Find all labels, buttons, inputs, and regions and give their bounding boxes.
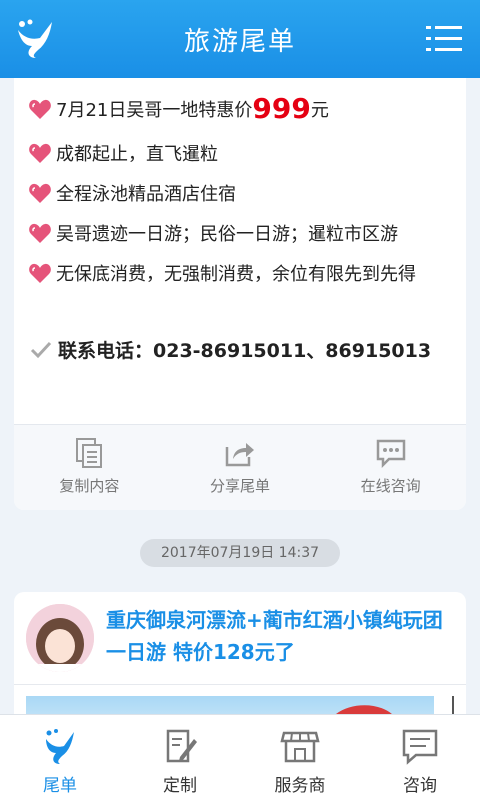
- post-line-text: 无保底消费，无强制消费，余位有限先到先得: [56, 264, 416, 285]
- app-logo-icon[interactable]: [14, 16, 58, 60]
- post-line-text: 吴哥遗迹一日游；民俗一日游；暹粒市区游: [56, 224, 398, 245]
- heart-icon: [29, 143, 51, 163]
- post-line-text: 成都起止，直飞暹粒: [56, 144, 218, 165]
- chat-icon: [376, 439, 405, 469]
- post-actions: 复制内容 分享尾单 在线咨询: [14, 424, 466, 510]
- tab-label: 咨询: [403, 776, 437, 796]
- post-card: 7月21日吴哥一地特惠价 999 元 成都起止，直飞暹粒 全程泳池精品酒店住宿 吴哥…: [14, 78, 466, 510]
- heart-icon: [29, 183, 51, 203]
- heart-icon: [29, 223, 51, 243]
- post-card[interactable]: 重庆御泉河漂流+蔺市红酒小镇纯玩团一日游 特价128元了: [14, 592, 466, 714]
- post-line: 7月21日吴哥一地特惠价 999 元: [28, 92, 329, 125]
- logo-icon: [46, 729, 74, 764]
- bottom-tab-bar: 尾单 定制 服务商 咨询: [0, 714, 480, 800]
- online-consult-label: 在线咨询: [360, 477, 421, 495]
- post-image[interactable]: [26, 696, 434, 714]
- tab-custom[interactable]: 定制: [120, 715, 240, 800]
- post-title[interactable]: 重庆御泉河漂流+蔺市红酒小镇纯玩团一日游 特价128元了: [106, 604, 452, 668]
- timestamp-badge: 2017年07月19日 14:37: [140, 539, 340, 567]
- share-label: 分享尾单: [210, 477, 271, 495]
- copy-content-button[interactable]: 复制内容: [14, 425, 165, 510]
- contact-phone[interactable]: 联系电话：023-86915011、86915013: [30, 336, 431, 363]
- post-line-text: 全程泳池精品酒店住宿: [56, 184, 236, 205]
- check-icon: [30, 341, 52, 358]
- contact-phone-text: 联系电话：023-86915011、86915013: [58, 340, 432, 362]
- tab-label: 定制: [163, 776, 197, 796]
- share-icon: [225, 443, 254, 467]
- tab-label: 服务商: [274, 776, 326, 796]
- copy-content-label: 复制内容: [59, 477, 120, 495]
- share-button[interactable]: 分享尾单: [165, 425, 316, 510]
- divider: [14, 684, 466, 685]
- tab-consult[interactable]: 咨询: [360, 715, 480, 800]
- post-line: 吴哥遗迹一日游；民俗一日游；暹粒市区游: [28, 220, 398, 246]
- post-line: 成都起止，直飞暹粒: [28, 140, 218, 166]
- store-icon: [280, 731, 320, 763]
- post-line: 全程泳池精品酒店住宿: [28, 180, 236, 206]
- post-line-text: 7月21日吴哥一地特惠价: [56, 99, 253, 121]
- menu-icon[interactable]: [426, 24, 462, 54]
- avatar[interactable]: [26, 604, 94, 672]
- online-consult-button[interactable]: 在线咨询: [315, 425, 466, 510]
- post-line: 无保底消费，无强制消费，余位有限先到先得: [28, 260, 416, 286]
- copy-icon: [76, 438, 103, 468]
- heart-icon: [29, 263, 51, 283]
- tab-label: 尾单: [43, 776, 77, 796]
- edit-icon: [166, 729, 197, 763]
- price: 999: [252, 92, 311, 125]
- page-title: 旅游尾单: [183, 26, 296, 57]
- feed[interactable]: 7月21日吴哥一地特惠价 999 元 成都起止，直飞暹粒 全程泳池精品酒店住宿 吴哥…: [0, 78, 480, 714]
- tab-service-provider[interactable]: 服务商: [240, 715, 360, 800]
- post-image-graphic: [336, 705, 392, 714]
- app-header: 旅游尾单: [0, 0, 480, 78]
- avatar-image: [26, 604, 94, 672]
- heart-icon: [29, 99, 51, 119]
- tab-tail-orders[interactable]: 尾单: [0, 715, 120, 800]
- scroll-indicator: [452, 696, 454, 714]
- message-icon: [402, 729, 438, 765]
- price-unit: 元: [310, 99, 329, 121]
